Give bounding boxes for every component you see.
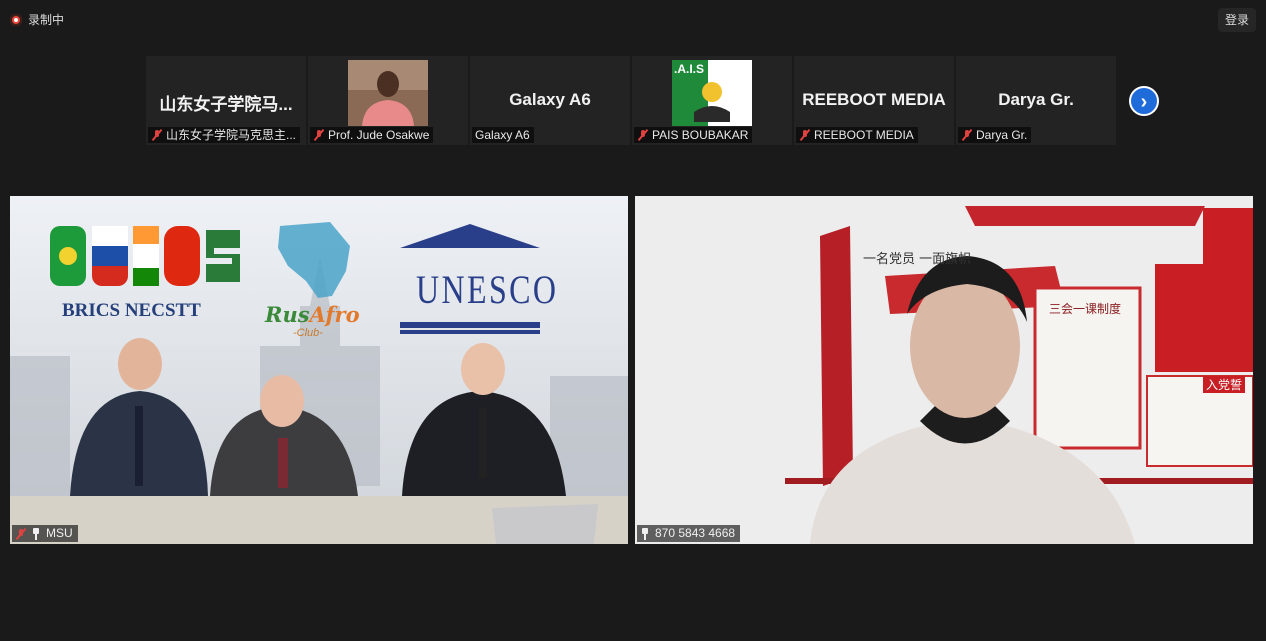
login-button[interactable]: 登录 [1217,8,1256,32]
mic-muted-icon [151,129,163,141]
brics-text: BRICS NECSTT [62,300,201,321]
participant-caption: Darya Gr. [958,127,1032,143]
main-video-left[interactable]: BRICS NECSTT RusAfro -Club- UNESCO MSU [10,196,628,544]
pin-icon [31,527,42,540]
wall-slogan: 一名党员 一面旗帜 [863,252,972,267]
unesco-text: UNESCO [416,267,559,312]
msu-video-feed [10,196,628,544]
rusafro-club-text: -Club- [293,327,323,339]
wall-corner-text: 入党誓 [1203,376,1246,393]
participant-caption: 山东女子学院马克思主... [148,127,301,143]
participant-tile[interactable]: Prof. Jude Osakwe [308,56,468,145]
pais-logo: .A.I.S [672,60,752,126]
recording-label: 录制中 [28,13,65,27]
mic-muted-icon [313,129,325,141]
rusafro-afro: Afro [309,302,360,327]
participant-tile[interactable]: 山东女子学院马... 山东女子学院马克思主... [146,56,306,145]
participant-name: Prof. Jude Osakwe [328,128,430,142]
rusafro-rus: Rus [265,302,310,327]
participant-name: Galaxy A6 [475,128,530,142]
brics-logo [50,226,240,286]
participant-name: PAIS BOUBAKAR [652,128,749,142]
participant-tile[interactable]: Galaxy A6 Galaxy A6 [470,56,630,145]
pin-icon [640,527,651,540]
participant-tile[interactable]: Darya Gr. Darya Gr. [956,56,1116,145]
chevron-right-icon: › [1140,91,1148,113]
recording-indicator: 录制中 [10,11,64,28]
mic-muted-icon [799,129,811,141]
mic-muted-icon [15,528,27,540]
top-bar: 录制中 登录 [0,0,1266,38]
mic-muted-icon [961,129,973,141]
rusafro-logo: RusAfro [265,302,360,327]
participant-display-name: REEBOOT MEDIA [802,90,946,109]
video-caption: MSU [12,525,78,542]
video-participant-name: MSU [46,526,73,540]
participant-name: 山东女子学院马克思主... [166,128,297,142]
participant-display-name: Darya Gr. [998,90,1074,109]
participant-video [348,60,428,126]
main-video-right[interactable]: 一名党员 一面旗帜 三会一课制度 入党誓 870 5843 4668 [635,196,1253,544]
participant-display-name: Galaxy A6 [509,90,591,109]
participant-caption: Galaxy A6 [472,127,534,143]
record-icon [10,13,22,26]
participant-tile[interactable]: REEBOOT MEDIA REEBOOT MEDIA [794,56,954,145]
wall-board-title: 三会一课制度 [1049,302,1122,316]
video-caption: 870 5843 4668 [637,525,741,542]
participant-name: Darya Gr. [976,128,1028,142]
participant-caption: Prof. Jude Osakwe [310,127,434,143]
logo-text: .A.I.S [674,62,704,76]
participant-caption: REEBOOT MEDIA [796,127,918,143]
participant-name: REEBOOT MEDIA [814,128,914,142]
video-participant-name: 870 5843 4668 [655,526,736,540]
mic-muted-icon [637,129,649,141]
participant-tile[interactable]: .A.I.S PAIS BOUBAKAR [632,56,792,145]
participant-display-name: 山东女子学院马... [159,95,293,114]
participant-caption: PAIS BOUBAKAR [634,127,753,143]
next-page-button[interactable]: › [1129,86,1159,116]
